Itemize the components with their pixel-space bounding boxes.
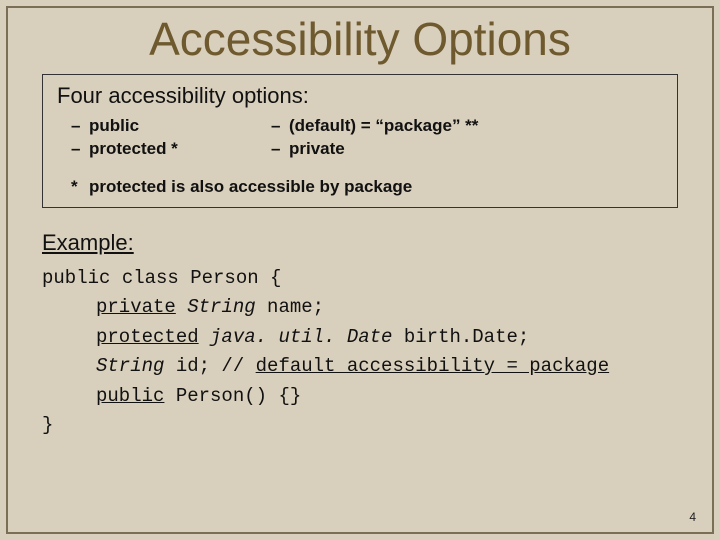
code-line-6: } — [42, 414, 53, 436]
options-box: Four accessibility options: –public –pro… — [42, 74, 678, 208]
code-line-5-rest: Person() {} — [164, 385, 301, 407]
code-line-3-rest: birth.Date; — [392, 326, 529, 348]
options-columns: –public –protected * –(default) = “packa… — [57, 115, 663, 161]
option-default: –(default) = “package” ** — [271, 115, 478, 138]
slide-frame: Accessibility Options Four accessibility… — [6, 6, 714, 534]
kw-public: public — [96, 385, 164, 407]
option-protected: –protected * — [71, 138, 271, 161]
kw-protected: protected — [96, 326, 199, 348]
options-heading: Four accessibility options: — [57, 83, 663, 109]
kw-private: private — [96, 296, 176, 318]
options-footnote: *protected is also accessible by package — [57, 177, 663, 197]
example-heading: Example: — [42, 230, 712, 256]
code-block: public class Person { private String nam… — [42, 264, 678, 441]
type-string-1: String — [187, 296, 255, 318]
comment-default: default accessibility = package — [256, 355, 609, 377]
code-line-1: public class Person { — [42, 267, 281, 289]
slide-title: Accessibility Options — [8, 12, 712, 66]
code-line-2-rest: name; — [256, 296, 324, 318]
options-col-right: –(default) = “package” ** –private — [271, 115, 478, 161]
code-line-4-mid: id; // — [164, 355, 255, 377]
option-private: –private — [271, 138, 478, 161]
option-public: –public — [71, 115, 271, 138]
options-col-left: –public –protected * — [57, 115, 271, 161]
type-date: java. util. Date — [210, 326, 392, 348]
page-number: 4 — [689, 510, 696, 524]
type-string-2: String — [96, 355, 164, 377]
